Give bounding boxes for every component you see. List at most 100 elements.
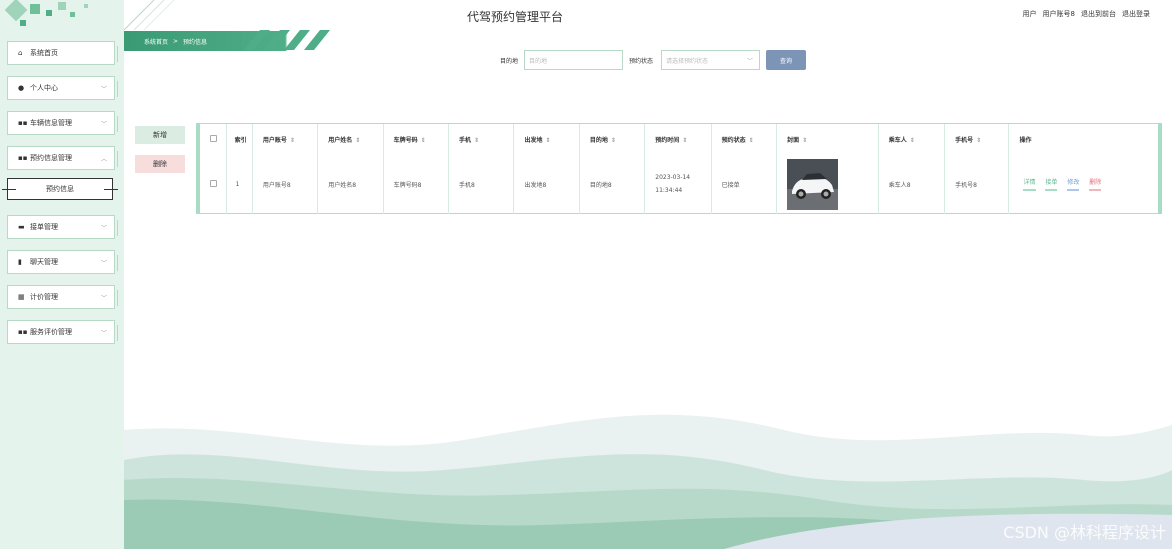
column-header-index: 索引 bbox=[226, 124, 253, 154]
query-button[interactable]: 查询 bbox=[766, 50, 806, 70]
back-to-front-link[interactable]: 退出到前台 bbox=[1081, 9, 1116, 19]
breadcrumb-home[interactable]: 系统首页 bbox=[144, 37, 168, 46]
status-select-placeholder: 请选择预约状态 bbox=[666, 57, 709, 65]
sort-icon[interactable]: ⇕ bbox=[611, 137, 616, 144]
chevron-down-icon: ﹀ bbox=[100, 86, 107, 93]
sidebar-item-label: 车辆信息管理 bbox=[30, 119, 72, 127]
sort-icon[interactable]: ⇕ bbox=[545, 137, 550, 144]
select-all-cell[interactable] bbox=[200, 124, 227, 154]
column-header-plate[interactable]: 车牌号码 ⇕ bbox=[383, 124, 450, 154]
edit-button[interactable]: 修改 bbox=[1067, 177, 1080, 191]
user-name: 用户账号8 bbox=[1042, 10, 1075, 18]
chevron-down-icon: ﹀ bbox=[746, 57, 753, 65]
delete-row-button[interactable]: 删除 bbox=[1089, 177, 1102, 191]
chevron-down-icon: ﹀ bbox=[100, 330, 107, 337]
accept-order-button[interactable]: 接单 bbox=[1045, 177, 1058, 191]
sidebar-item-label: 聊天管理 bbox=[30, 258, 58, 266]
cell-status: 已接单 bbox=[711, 154, 778, 214]
sort-icon[interactable]: ⇕ bbox=[976, 137, 981, 144]
column-header-label: 车牌号码 bbox=[393, 136, 418, 144]
sidebar-item-label: 计价管理 bbox=[30, 293, 58, 301]
watermark: CSDN @林科程序设计 bbox=[1003, 523, 1166, 542]
cell-cover bbox=[776, 154, 879, 214]
column-header-label: 封面 bbox=[787, 136, 800, 144]
select-all-checkbox[interactable] bbox=[210, 134, 217, 142]
sidebar-item-label: 接单管理 bbox=[30, 223, 58, 231]
destination-label: 目的地 bbox=[500, 58, 519, 65]
status-select[interactable]: 请选择预约状态 ﹀ bbox=[661, 50, 760, 70]
destination-input[interactable]: 目的地 bbox=[524, 50, 623, 70]
sort-icon[interactable]: ⇕ bbox=[682, 137, 687, 144]
row-checkbox[interactable] bbox=[210, 179, 217, 187]
header-decoration bbox=[124, 0, 175, 30]
column-header-label: 用户姓名 bbox=[328, 136, 353, 144]
cell-time: 2023-03-14 11:34:44 bbox=[644, 154, 712, 214]
handle-right-icon bbox=[104, 189, 118, 190]
column-header-origin[interactable]: 出发地 ⇕ bbox=[513, 124, 580, 154]
sidebar-item-order-management[interactable]: ▬ 接单管理 ﹀ bbox=[7, 215, 118, 239]
column-header-time[interactable]: 预约时间 ⇕ bbox=[644, 124, 712, 154]
cell-operations: 详情 接单 修改 删除 bbox=[1009, 154, 1158, 214]
chevron-down-icon: ﹀ bbox=[100, 225, 107, 232]
cell-passenger: 乘车人8 bbox=[878, 154, 946, 214]
grid-icon: ▪▪ bbox=[18, 119, 28, 127]
sidebar-item-home[interactable]: ⌂ 系统首页 bbox=[7, 41, 118, 65]
column-header-label: 预约时间 bbox=[655, 136, 680, 144]
sort-icon[interactable]: ⇕ bbox=[749, 137, 754, 144]
column-header-status[interactable]: 预约状态 ⇕ bbox=[711, 124, 778, 154]
add-button[interactable]: 新增 bbox=[135, 126, 185, 144]
column-header-account[interactable]: 用户账号 ⇕ bbox=[252, 124, 319, 154]
chevron-down-icon: ﹀ bbox=[100, 295, 107, 302]
column-header-destination[interactable]: 目的地 ⇕ bbox=[579, 124, 646, 154]
column-header-cover[interactable]: 封面 ⇕ bbox=[776, 124, 879, 154]
cell-destination: 目的地8 bbox=[579, 154, 646, 214]
cell-time-clock: 11:34:44 bbox=[655, 187, 683, 194]
sort-icon[interactable]: ⇕ bbox=[355, 137, 360, 144]
user-role: 用户 bbox=[1022, 10, 1037, 18]
message-icon: ▬ bbox=[18, 223, 25, 231]
sidebar-subitem-label: 预约信息 bbox=[46, 185, 74, 193]
app-title: 代驾预约管理平台 bbox=[466, 10, 563, 24]
logout-link[interactable]: 退出登录 bbox=[1122, 9, 1150, 19]
table-row: 1 用户账号8 用户姓名8 车牌号码8 手机8 出发地8 目的地8 2023-0… bbox=[200, 154, 1158, 214]
row-select-cell[interactable] bbox=[200, 154, 227, 214]
sidebar-item-chat-management[interactable]: ▮ 聊天管理 ﹀ bbox=[7, 250, 118, 274]
sort-icon[interactable]: ⇕ bbox=[802, 137, 807, 144]
column-header-phone[interactable]: 手机 ⇕ bbox=[448, 124, 515, 154]
sort-icon[interactable]: ⇕ bbox=[474, 137, 479, 144]
sidebar-item-review-management[interactable]: ▪▪ 服务评价管理 ﹀ bbox=[7, 320, 118, 344]
chevron-up-icon: ︿ bbox=[100, 156, 107, 163]
column-header-label: 预约状态 bbox=[721, 136, 746, 144]
user-bar: 用户 用户账号8 退出到前台 退出登录 bbox=[1023, 9, 1150, 19]
clipboard-icon: ▮ bbox=[18, 258, 22, 266]
handle-left-icon bbox=[2, 189, 16, 190]
column-header-passenger-phone[interactable]: 手机号 ⇕ bbox=[944, 124, 1010, 154]
logo-decoration bbox=[0, 0, 124, 36]
home-icon: ⌂ bbox=[18, 49, 23, 57]
column-header-label: 手机 bbox=[459, 136, 472, 144]
status-label: 预约状态 bbox=[629, 58, 654, 65]
column-header-label: 乘车人 bbox=[888, 136, 907, 144]
table-icon: ▦ bbox=[18, 293, 25, 301]
grid-icon: ▪▪ bbox=[18, 328, 28, 336]
breadcrumb-current: 预约信息 bbox=[183, 38, 208, 46]
cell-origin: 出发地8 bbox=[513, 154, 580, 214]
sort-icon[interactable]: ⇕ bbox=[421, 137, 426, 144]
column-header-label: 目的地 bbox=[589, 136, 608, 144]
chevron-down-icon: ﹀ bbox=[100, 260, 107, 267]
breadcrumb-stripes bbox=[244, 30, 330, 50]
sidebar-item-label: 服务评价管理 bbox=[30, 328, 72, 336]
sidebar-subitem-appointment-info[interactable]: 预约信息 bbox=[2, 178, 118, 200]
sidebar-item-appointment-management[interactable]: ▪▪ 预约信息管理 ︿ bbox=[7, 146, 118, 170]
sidebar-item-personal-center[interactable]: ● 个人中心 ﹀ bbox=[7, 76, 118, 100]
sort-icon[interactable]: ⇕ bbox=[910, 137, 915, 144]
sidebar-item-label: 个人中心 bbox=[30, 84, 58, 92]
column-header-name[interactable]: 用户姓名 ⇕ bbox=[317, 124, 384, 154]
detail-button[interactable]: 详情 bbox=[1023, 177, 1036, 191]
appointment-table: 索引 用户账号 ⇕ 用户姓名 ⇕ 车牌号码 ⇕ 手机 ⇕ 出发地 ⇕ 目的地 ⇕ 预约时间 ⇕… bbox=[196, 123, 1162, 214]
sort-icon[interactable]: ⇕ bbox=[290, 137, 295, 144]
sidebar-item-pricing-management[interactable]: ▦ 计价管理 ﹀ bbox=[7, 285, 118, 309]
sidebar-item-vehicle-management[interactable]: ▪▪ 车辆信息管理 ﹀ bbox=[7, 111, 118, 135]
delete-button[interactable]: 删除 bbox=[135, 155, 185, 173]
column-header-passenger[interactable]: 乘车人 ⇕ bbox=[878, 124, 946, 154]
